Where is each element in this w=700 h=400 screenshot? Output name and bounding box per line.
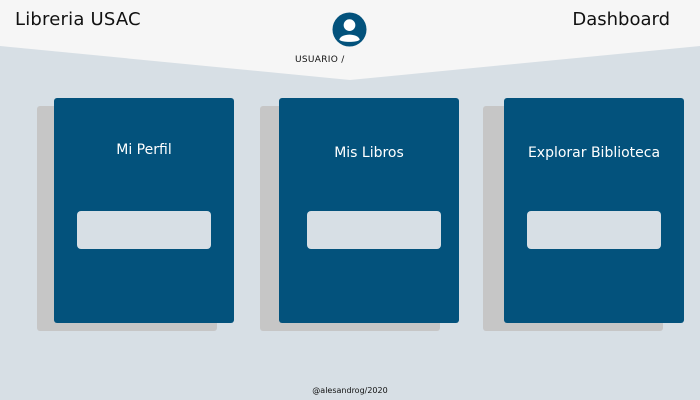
card-title-mis-libros: Mis Libros [334, 145, 404, 161]
explore-library-card: Explorar Biblioteca [504, 98, 684, 323]
app-title: Libreria USAC [15, 9, 141, 30]
page-heading: Dashboard [572, 9, 670, 30]
user-label: USUARIO / [295, 55, 345, 65]
profile-open-button[interactable] [77, 211, 211, 249]
my-books-card: Mis Libros [279, 98, 459, 323]
my-books-open-button[interactable] [307, 211, 441, 249]
card-title-mi-perfil: Mi Perfil [116, 142, 172, 158]
footer-credit: @alesandrog/2020 [312, 386, 388, 395]
profile-card: Mi Perfil [54, 98, 234, 323]
user-avatar-icon[interactable] [332, 12, 367, 47]
explore-library-open-button[interactable] [527, 211, 661, 249]
card-title-explorar-biblioteca: Explorar Biblioteca [527, 145, 661, 161]
